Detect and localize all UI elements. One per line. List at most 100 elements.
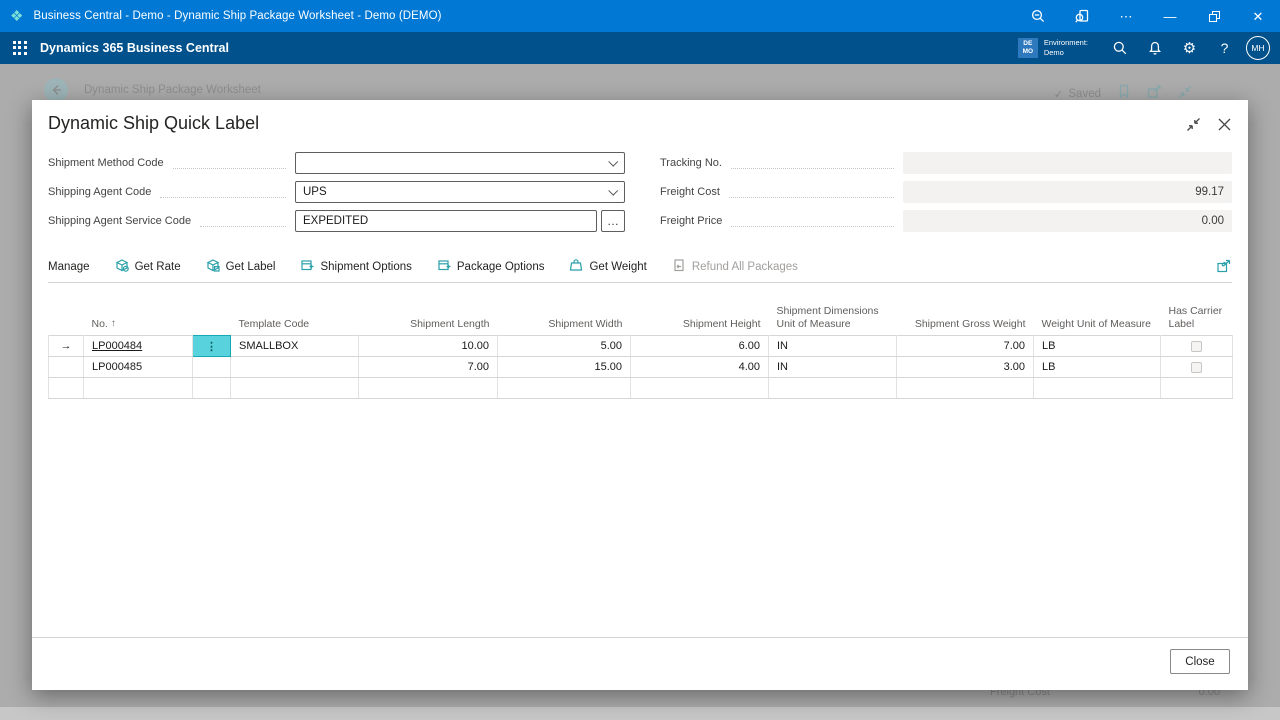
package-options-icon bbox=[437, 258, 451, 275]
window-title: Business Central - Demo - Dynamic Ship P… bbox=[33, 10, 441, 22]
get-weight-icon bbox=[569, 258, 583, 275]
freight-cost-label: Freight Cost bbox=[660, 186, 720, 198]
col-header-gross-weight[interactable]: Shipment Gross Weight bbox=[897, 305, 1034, 336]
minimize-icon[interactable]: — bbox=[1148, 0, 1192, 32]
window-titlebar: ❖ Business Central - Demo - Dynamic Ship… bbox=[0, 0, 1280, 32]
get-label-button[interactable]: Get Label bbox=[206, 258, 276, 275]
product-navbar: Dynamics 365 Business Central DE MO Envi… bbox=[0, 32, 1280, 64]
col-header-template-code[interactable]: Template Code bbox=[231, 305, 359, 336]
dotted-leader bbox=[729, 186, 894, 198]
cell-dim-uom[interactable]: IN bbox=[769, 336, 897, 357]
table-row: LP000485 7.00 15.00 4.00 IN 3.00 LB bbox=[49, 357, 1233, 378]
shipping-agent-code-label: Shipping Agent Code bbox=[48, 186, 151, 198]
check-icon: ✓ bbox=[1054, 87, 1064, 101]
shipping-agent-service-code-input[interactable] bbox=[295, 210, 597, 232]
cell-length[interactable]: 7.00 bbox=[359, 357, 498, 378]
dialog-action-bar: Manage Get Rate Get Label Shipment Optio… bbox=[48, 253, 1232, 283]
search-icon[interactable] bbox=[1102, 32, 1137, 64]
cell-has-carrier-label[interactable] bbox=[1161, 336, 1233, 357]
cell-no[interactable]: LP000485 bbox=[84, 357, 193, 378]
settings-gear-icon[interactable]: ⚙ bbox=[1172, 32, 1207, 64]
cell-no[interactable]: LP000484 bbox=[84, 336, 193, 357]
shipment-options-button[interactable]: Shipment Options bbox=[300, 258, 411, 275]
col-header-shipment-height[interactable]: Shipment Height bbox=[631, 305, 769, 336]
package-options-button[interactable]: Package Options bbox=[437, 258, 545, 275]
freight-cost-field: 99.17 bbox=[903, 181, 1232, 203]
dotted-leader bbox=[731, 215, 894, 227]
shipping-agent-code-input[interactable] bbox=[295, 181, 625, 203]
avatar[interactable]: MH bbox=[1246, 36, 1270, 60]
freight-price-field: 0.00 bbox=[903, 210, 1232, 232]
assist-edit-button[interactable]: … bbox=[601, 210, 625, 232]
browser-more-icon[interactable]: ⋯ bbox=[1104, 0, 1148, 32]
row-options-menu[interactable]: ⋮ bbox=[193, 336, 231, 357]
grid-header-row: No.↑ Template Code Shipment Length Shipm… bbox=[49, 305, 1233, 336]
notifications-bell-icon[interactable] bbox=[1137, 32, 1172, 64]
shipment-method-code-input[interactable] bbox=[295, 152, 625, 174]
dotted-leader bbox=[160, 186, 286, 198]
col-header-shipment-length[interactable]: Shipment Length bbox=[359, 305, 498, 336]
cell-weight-uom[interactable]: LB bbox=[1034, 336, 1161, 357]
shipment-method-code-label: Shipment Method Code bbox=[48, 157, 164, 169]
collapse-dialog-icon[interactable] bbox=[1186, 117, 1201, 137]
breadcrumb: Dynamic Ship Package Worksheet bbox=[84, 84, 261, 96]
cell-has-carrier-label[interactable] bbox=[1161, 357, 1233, 378]
cell-gross-weight[interactable]: 3.00 bbox=[897, 357, 1034, 378]
close-dialog-icon[interactable] bbox=[1217, 117, 1232, 137]
environment-badge[interactable]: DE MO bbox=[1018, 38, 1038, 58]
find-in-page-icon[interactable] bbox=[1060, 0, 1104, 32]
refund-all-packages-button[interactable]: Refund All Packages bbox=[672, 258, 798, 275]
share-icon[interactable] bbox=[1216, 259, 1232, 274]
col-header-has-carrier-label[interactable]: Has Carrier Label bbox=[1161, 305, 1233, 336]
help-icon[interactable]: ? bbox=[1207, 32, 1242, 64]
zoom-out-icon[interactable] bbox=[1016, 0, 1060, 32]
save-status: ✓ Saved bbox=[1054, 87, 1101, 101]
cell-width[interactable]: 5.00 bbox=[498, 336, 631, 357]
refund-icon bbox=[672, 258, 686, 275]
cell-height[interactable]: 4.00 bbox=[631, 357, 769, 378]
checkbox-unchecked bbox=[1191, 362, 1202, 373]
tracking-no-label: Tracking No. bbox=[660, 157, 722, 169]
table-row: → LP000484 ⋮ SMALLBOX 10.00 5.00 6.00 IN… bbox=[49, 336, 1233, 357]
dialog-footer: Close bbox=[32, 637, 1248, 690]
freight-price-label: Freight Price bbox=[660, 215, 722, 227]
restore-window-icon[interactable] bbox=[1192, 0, 1236, 32]
checkbox-unchecked bbox=[1191, 341, 1202, 352]
close-button[interactable]: Close bbox=[1170, 649, 1230, 674]
app-logo-icon: ❖ bbox=[10, 7, 23, 25]
cell-gross-weight[interactable]: 7.00 bbox=[897, 336, 1034, 357]
active-row-indicator: → bbox=[49, 336, 84, 357]
col-header-shipment-dim-uom[interactable]: Shipment Dimensions Unit of Measure bbox=[769, 305, 897, 336]
shipment-options-icon bbox=[300, 258, 314, 275]
dotted-leader bbox=[200, 215, 286, 227]
cell-width[interactable]: 15.00 bbox=[498, 357, 631, 378]
col-header-no[interactable]: No.↑ bbox=[84, 305, 193, 336]
product-name[interactable]: Dynamics 365 Business Central bbox=[40, 41, 229, 55]
dynamic-ship-quick-label-dialog: Dynamic Ship Quick Label Shipment Method… bbox=[32, 100, 1248, 690]
close-window-icon[interactable]: ✕ bbox=[1236, 0, 1280, 32]
get-weight-button[interactable]: Get Weight bbox=[569, 258, 646, 275]
cell-template-code[interactable]: SMALLBOX bbox=[231, 336, 359, 357]
cell-weight-uom[interactable]: LB bbox=[1034, 357, 1161, 378]
shipping-agent-service-code-label: Shipping Agent Service Code bbox=[48, 215, 191, 227]
dialog-title: Dynamic Ship Quick Label bbox=[48, 113, 259, 134]
cell-height[interactable]: 6.00 bbox=[631, 336, 769, 357]
get-rate-icon bbox=[115, 258, 129, 275]
col-header-shipment-width[interactable]: Shipment Width bbox=[498, 305, 631, 336]
sort-asc-icon: ↑ bbox=[111, 318, 116, 330]
cell-template-code[interactable] bbox=[231, 357, 359, 378]
screen: ❖ Business Central - Demo - Dynamic Ship… bbox=[0, 0, 1280, 720]
dotted-leader bbox=[173, 157, 286, 169]
environment-text[interactable]: Environment: Demo bbox=[1044, 38, 1088, 58]
get-rate-button[interactable]: Get Rate bbox=[115, 258, 181, 275]
app-launcher-icon[interactable] bbox=[13, 41, 27, 55]
manage-menu[interactable]: Manage bbox=[48, 261, 90, 273]
dotted-leader bbox=[731, 157, 894, 169]
packages-grid: No.↑ Template Code Shipment Length Shipm… bbox=[32, 283, 1248, 399]
col-header-weight-uom[interactable]: Weight Unit of Measure bbox=[1034, 305, 1161, 336]
back-button[interactable] bbox=[44, 78, 68, 102]
get-label-icon bbox=[206, 258, 220, 275]
table-row-empty bbox=[49, 378, 1233, 399]
cell-dim-uom[interactable]: IN bbox=[769, 357, 897, 378]
cell-length[interactable]: 10.00 bbox=[359, 336, 498, 357]
